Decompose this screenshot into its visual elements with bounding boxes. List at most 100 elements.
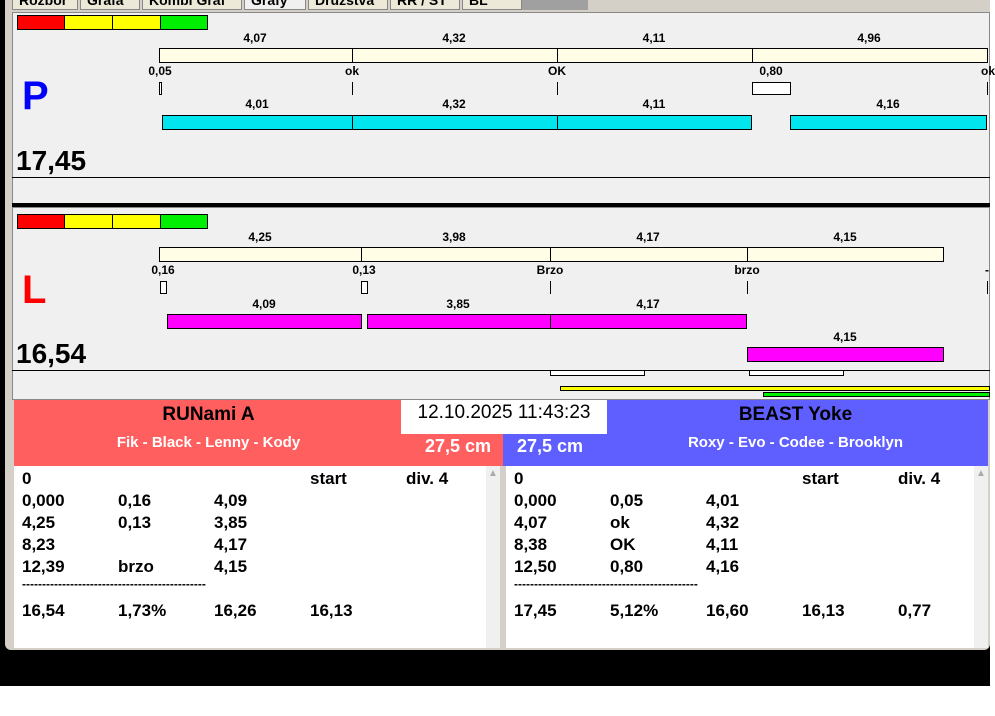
- lane-letter: P: [22, 74, 49, 118]
- reaction-label: 0,13: [352, 263, 376, 277]
- cell: 3,85: [214, 513, 248, 532]
- progress-yellow: [560, 386, 990, 391]
- tab-kombi-graf[interactable]: Kombi Graf: [142, 0, 242, 10]
- run-label: 3,85: [446, 297, 470, 311]
- reaction-marker: [159, 82, 162, 95]
- cell: 16,54: [22, 601, 65, 620]
- tab-rr-st[interactable]: RR / ST: [390, 0, 460, 10]
- cell: 4,09: [214, 491, 248, 510]
- cell: 17,45: [514, 601, 557, 620]
- tab-bar-filler: [522, 0, 588, 10]
- split-label: 3,98: [442, 230, 466, 244]
- reaction-marker: [987, 82, 988, 95]
- lane-letter: L: [22, 268, 47, 312]
- cell: 0: [514, 469, 524, 488]
- split-label: 4,07: [243, 31, 267, 45]
- cell: start: [310, 469, 347, 488]
- separator: ----------------------------------------…: [514, 577, 698, 591]
- right-results-list[interactable]: 0 start div. 4 0,000 0,05 4,01 4,07 ok 4,32 …: [506, 466, 988, 648]
- cell: 0,16: [118, 491, 152, 510]
- separator: ----------------------------------------…: [22, 577, 206, 591]
- reaction-marker: [752, 82, 791, 95]
- cell: 5,12%: [610, 601, 659, 620]
- reaction-label: 0,80: [759, 64, 783, 78]
- cell: 0,77: [898, 601, 932, 620]
- run-label: 4,16: [876, 97, 900, 111]
- tab-grafa[interactable]: Grafa: [80, 0, 140, 10]
- cell: 0: [22, 469, 32, 488]
- reaction-label: ok: [980, 64, 995, 78]
- cell: 1,73%: [118, 601, 167, 620]
- run-label: 4,09: [252, 297, 276, 311]
- left-results-list[interactable]: 0 start div. 4 0,000 0,16 4,09 4,25 0,13 3,8…: [14, 466, 500, 648]
- split-bar: [747, 247, 944, 262]
- cell: 0,000: [514, 491, 557, 510]
- reaction-marker: [987, 281, 988, 294]
- cell: 0,13: [118, 513, 152, 532]
- scrollbar[interactable]: ▲: [486, 466, 500, 648]
- split-bar: [361, 247, 551, 262]
- run-label: 4,17: [636, 297, 660, 311]
- split-bar: [352, 48, 558, 63]
- tab-druzstva[interactable]: Družstva: [308, 0, 388, 10]
- team-members: Roxy - Evo - Codee - Brooklyn: [687, 434, 904, 451]
- cell: brzo: [118, 557, 154, 576]
- cell: 4,17: [214, 535, 248, 554]
- reaction-marker: [160, 281, 167, 294]
- run-bar: [162, 115, 353, 130]
- lane-p-panel: [12, 12, 990, 204]
- cell: 4,11: [706, 535, 739, 554]
- run-bar: [790, 115, 987, 130]
- split-bar: [159, 48, 353, 63]
- light-red: [17, 214, 65, 229]
- split-label: 4,25: [248, 230, 272, 244]
- reaction-marker: [550, 281, 551, 294]
- cell: ok: [610, 513, 630, 532]
- scroll-up-icon[interactable]: ▲: [488, 468, 498, 479]
- cell: 4,16: [706, 557, 740, 576]
- light-yellow: [64, 214, 113, 229]
- cell: 4,32: [706, 513, 740, 532]
- run-bar: [352, 115, 558, 130]
- reaction-label: Brzo: [536, 263, 564, 277]
- scroll-up-icon[interactable]: ▲: [976, 468, 986, 479]
- run-bar: [167, 314, 362, 329]
- cell: 4,25: [22, 513, 56, 532]
- light-green: [160, 15, 208, 30]
- run-label: 4,15: [833, 330, 857, 344]
- reaction-label: brzo: [734, 263, 760, 277]
- split-label: 4,96: [857, 31, 881, 45]
- reaction-marker: [557, 82, 558, 95]
- team-height: 27,5 cm: [424, 436, 491, 456]
- cell: 8,38: [514, 535, 548, 554]
- cell: div. 4: [406, 469, 449, 488]
- cell: 12,39: [22, 557, 65, 576]
- tab-bl[interactable]: BL: [462, 0, 522, 10]
- divider: [12, 177, 990, 178]
- split-label: 4,11: [642, 31, 666, 45]
- light-green: [160, 214, 208, 229]
- progress-green: [763, 392, 990, 397]
- team-members: Fik - Black - Lenny - Kody: [116, 434, 301, 451]
- marker: [749, 370, 844, 376]
- cell: 0,80: [610, 557, 644, 576]
- reaction-marker: [361, 281, 368, 294]
- datetime: 12.10.2025 11:43:23: [401, 400, 607, 434]
- tab-rozbor[interactable]: Rozbor: [12, 0, 78, 10]
- tab-grafy[interactable]: Grafy: [244, 0, 306, 10]
- reaction-label: ok: [344, 64, 360, 78]
- split-bar: [550, 247, 748, 262]
- cell: 16,26: [214, 601, 257, 620]
- cell: 0,05: [610, 491, 644, 510]
- cell: div. 4: [898, 469, 941, 488]
- run-label: 4,32: [442, 97, 466, 111]
- cell: 4,15: [214, 557, 248, 576]
- reaction-marker: [747, 281, 748, 294]
- scrollbar[interactable]: ▲: [974, 466, 988, 648]
- cell: 0,000: [22, 491, 65, 510]
- run-bar: [550, 314, 747, 329]
- cell: 16,13: [310, 601, 353, 620]
- reaction-label: -: [985, 263, 989, 277]
- split-bar: [752, 48, 988, 63]
- lane-total-time: 16,54: [16, 338, 87, 369]
